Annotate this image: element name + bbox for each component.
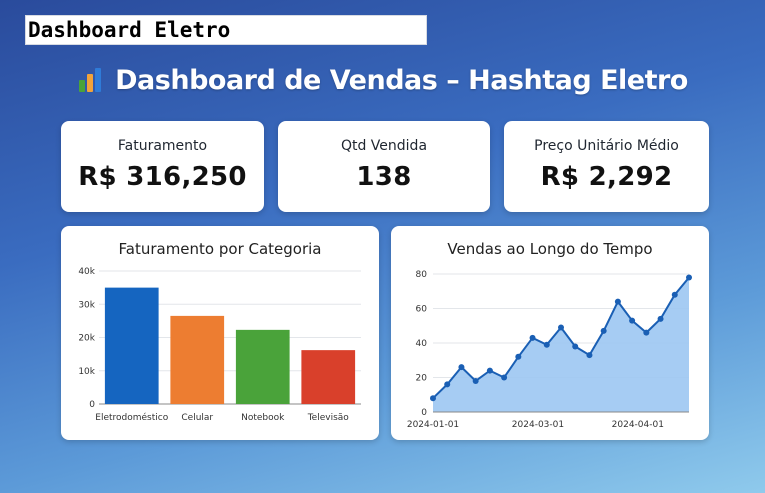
page-title: Dashboard de Vendas – Hashtag Eletro	[115, 64, 688, 96]
y-tick-label: 40k	[78, 267, 95, 277]
dashboard-header: Dashboard de Vendas – Hashtag Eletro	[0, 60, 765, 100]
y-tick-label: 0	[421, 408, 427, 418]
data-point	[472, 377, 479, 384]
x-tick-label: 2024-03-01	[512, 420, 564, 430]
data-point	[529, 334, 536, 341]
bar	[170, 315, 225, 404]
x-tick-label: Televisão	[307, 413, 350, 423]
y-tick-label: 0	[89, 400, 95, 410]
x-tick-label: 2024-04-01	[612, 420, 664, 430]
data-point	[614, 298, 621, 305]
data-point	[657, 315, 664, 322]
y-tick-label: 30k	[78, 300, 95, 310]
x-tick-label: Notebook	[241, 413, 285, 423]
data-point	[558, 324, 564, 331]
data-point	[501, 374, 508, 381]
y-tick-label: 80	[416, 270, 428, 280]
y-tick-label: 10k	[78, 367, 95, 377]
sales-over-time-panel: Vendas ao Longo do Tempo 0 20 40 60 80 2024-0…	[391, 226, 709, 440]
x-tick-label: 2024-01-01	[407, 420, 459, 430]
area-fill	[433, 277, 689, 412]
bar	[301, 350, 356, 404]
data-point	[572, 343, 579, 350]
data-point	[629, 317, 636, 324]
kpi-card-preco-medio: Preço Unitário Médio R$ 2,292	[504, 121, 709, 212]
x-tick-label: Celular	[181, 413, 213, 423]
data-point	[686, 274, 692, 281]
kpi-value: R$ 2,292	[540, 162, 673, 192]
y-tick-label: 20	[416, 374, 428, 384]
kpi-card-faturamento: Faturamento R$ 316,250	[61, 121, 264, 212]
data-point	[515, 353, 522, 360]
category-revenue-panel: Faturamento por Categoria 0 10k 20k 30k 40k E…	[61, 226, 379, 440]
data-point	[600, 327, 607, 334]
data-point	[643, 329, 650, 336]
data-point	[486, 367, 493, 374]
y-tick-label: 20k	[78, 334, 95, 344]
bar-chart-icon	[79, 68, 102, 92]
kpi-value: 138	[356, 162, 412, 192]
y-tick-label: 40	[416, 339, 428, 349]
kpi-value: R$ 316,250	[78, 162, 247, 192]
kpi-label: Faturamento	[117, 138, 208, 154]
kpi-card-qtd-vendida: Qtd Vendida 138	[278, 121, 490, 212]
kpi-label: Qtd Vendida	[340, 138, 428, 154]
data-point	[430, 395, 436, 402]
x-tick-label: Eletrodoméstico	[95, 412, 168, 423]
bar	[104, 287, 159, 404]
data-point	[458, 364, 465, 371]
y-tick-label: 60	[416, 305, 428, 315]
data-point	[671, 291, 678, 298]
kpi-label: Preço Unitário Médio	[534, 138, 679, 154]
bar	[235, 329, 290, 404]
data-point	[444, 381, 451, 388]
data-point	[543, 341, 550, 348]
sales-area-chart: 0 20 40 60 80 2024-01-01 2024-03-01 2024-04-01	[407, 270, 692, 430]
category-bar-chart: 0 10k 20k 30k 40k Eletrodoméstico Celular Noteb…	[78, 267, 361, 423]
data-point	[586, 352, 593, 359]
app-title: Dashboard Eletro	[25, 15, 427, 45]
